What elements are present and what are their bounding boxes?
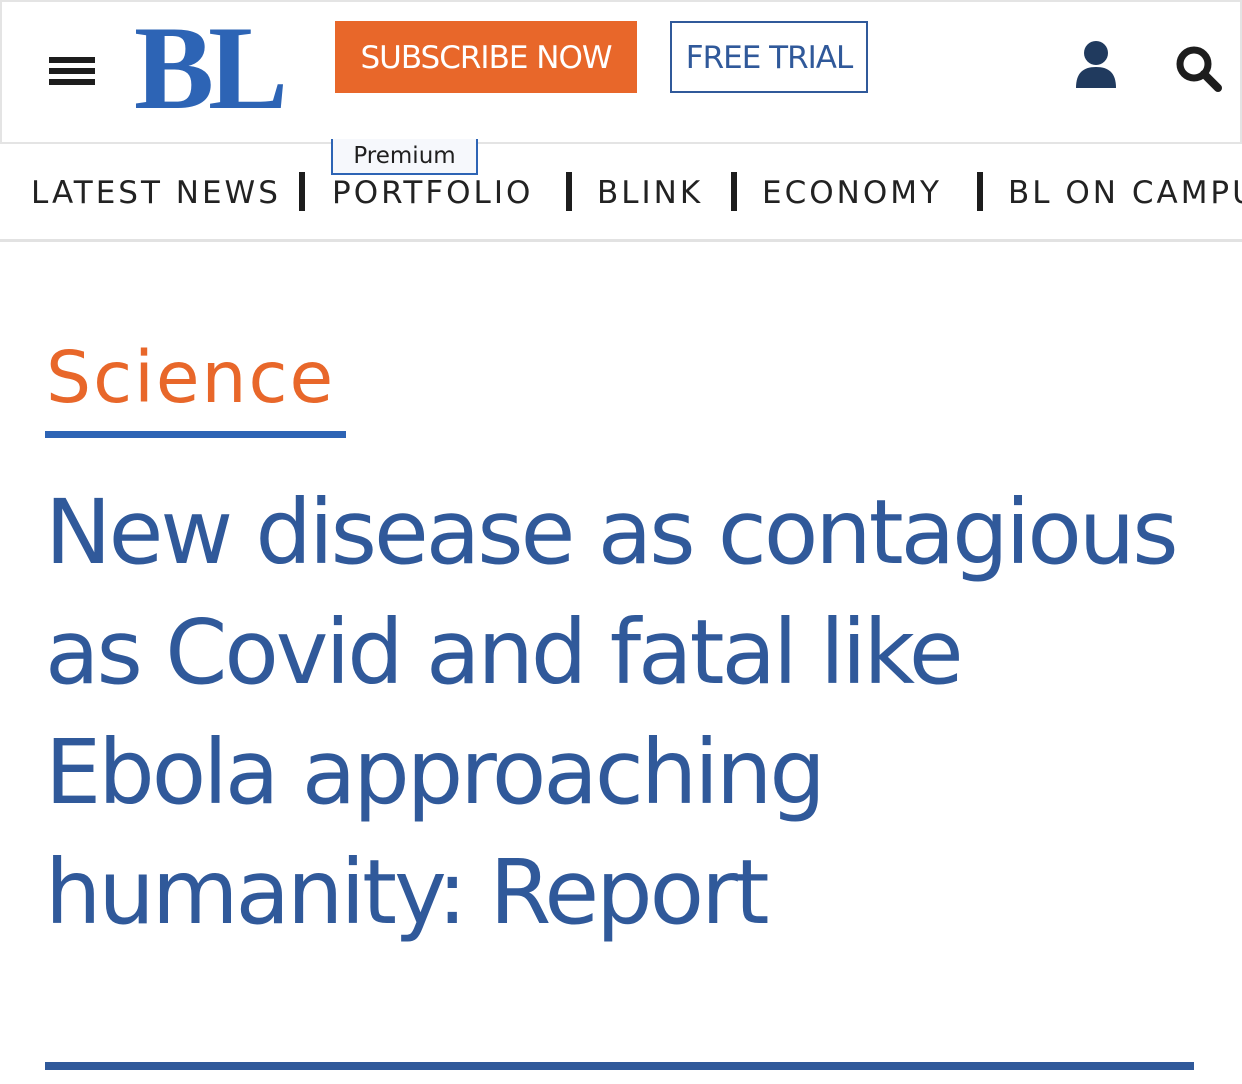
nav-item-economy[interactable]: ECONOMY [762, 174, 942, 212]
search-icon[interactable] [1174, 44, 1224, 94]
site-logo[interactable]: BL [134, 8, 288, 128]
article-category-link[interactable]: Science [46, 338, 335, 418]
subscribe-now-button[interactable]: SUBSCRIBE NOW [335, 21, 637, 93]
nav-item-latest-news[interactable]: LATEST NEWS [31, 174, 281, 212]
premium-tag: Premium [331, 139, 478, 175]
article-headline: New disease as contagious as Covid and f… [45, 480, 1179, 944]
free-trial-button[interactable]: FREE TRIAL [670, 21, 868, 93]
user-icon[interactable] [1074, 40, 1118, 90]
nav-separator [977, 172, 983, 211]
hamburger-menu-icon[interactable] [49, 55, 97, 89]
nav-item-bl-on-campus[interactable]: BL ON CAMPU [1008, 174, 1242, 212]
page: BL SUBSCRIBE NOW FREE TRIAL Premium LATE… [0, 0, 1242, 1084]
headline-underline [45, 1062, 1194, 1070]
section-nav: LATEST NEWS PORTFOLIO BLINK ECONOMY BL O… [0, 144, 1242, 242]
nav-separator [731, 172, 737, 211]
nav-separator [299, 172, 305, 211]
nav-separator [566, 172, 572, 211]
site-header: BL SUBSCRIBE NOW FREE TRIAL [0, 0, 1242, 144]
nav-item-portfolio[interactable]: PORTFOLIO [332, 174, 533, 212]
nav-item-blink[interactable]: BLINK [597, 174, 703, 212]
category-underline [45, 431, 346, 438]
